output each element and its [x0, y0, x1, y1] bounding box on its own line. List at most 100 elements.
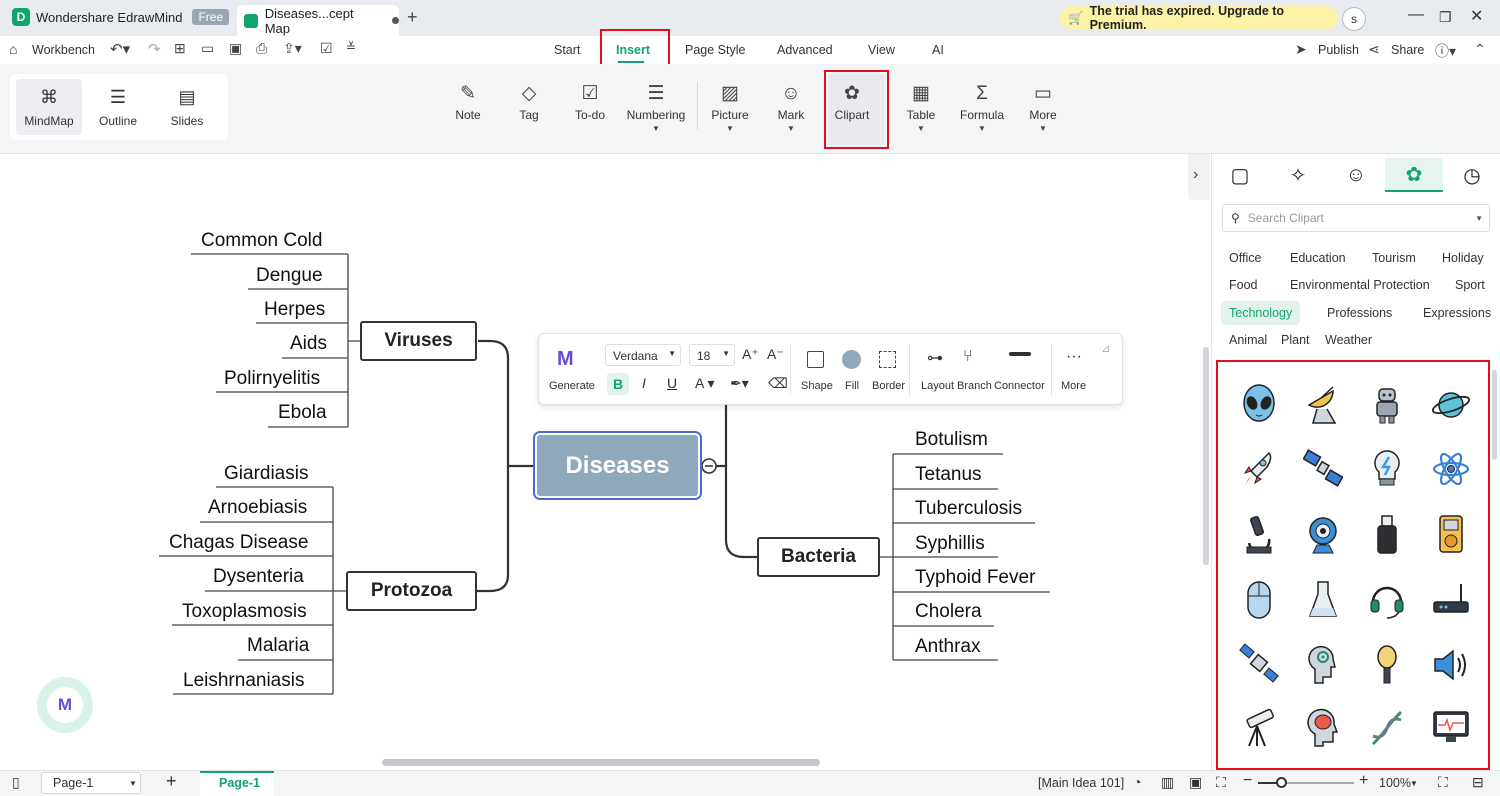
topic-chagas-disease[interactable]: Chagas Disease — [169, 532, 308, 554]
topic-dysenteria[interactable]: Dysenteria — [213, 566, 304, 588]
zoom-level[interactable]: 100% — [1379, 776, 1411, 790]
alien-icon[interactable] — [1239, 383, 1279, 427]
fit-icon[interactable]: ▣ — [1189, 774, 1202, 791]
category-weather[interactable]: Weather — [1325, 333, 1372, 347]
topic-typhoid-fever[interactable]: Typhoid Fever — [915, 567, 1035, 589]
monitor-icon[interactable] — [1431, 706, 1471, 750]
branch-protozoa[interactable]: Protozoa — [346, 571, 477, 611]
panel-tab-ai-icon[interactable]: ✧ — [1269, 158, 1327, 192]
telescope-icon[interactable] — [1239, 706, 1279, 750]
publish-button[interactable]: Publish — [1318, 43, 1359, 57]
category-education[interactable]: Education — [1290, 251, 1346, 265]
category-food[interactable]: Food — [1229, 278, 1258, 292]
font-color-icon[interactable]: A ▾ — [695, 375, 714, 392]
topic-giardiasis[interactable]: Giardiasis — [224, 463, 308, 485]
book-icon[interactable]: ▥ — [1161, 774, 1174, 791]
font-family-select[interactable]: Verdana ▼ — [605, 344, 681, 366]
topic-anthrax[interactable]: Anthrax — [915, 636, 980, 658]
horizontal-scrollbar[interactable] — [382, 759, 820, 766]
topic-arnoebiasis[interactable]: Arnoebiasis — [208, 497, 307, 519]
clipart-search-input[interactable]: ⚲ Search Clipart ▼ — [1222, 204, 1490, 232]
robot-icon[interactable] — [1367, 383, 1407, 427]
category-plant[interactable]: Plant — [1281, 333, 1310, 347]
close-icon[interactable]: ✕ — [1470, 6, 1483, 26]
rocket-icon[interactable] — [1239, 447, 1279, 491]
speaker-icon[interactable] — [1431, 643, 1471, 687]
planet-icon[interactable] — [1431, 383, 1471, 427]
brain-signal-icon[interactable] — [1303, 643, 1343, 687]
category-expressions[interactable]: Expressions — [1423, 306, 1491, 320]
zoom-in-icon[interactable]: + — [1359, 772, 1368, 790]
bold-icon[interactable]: B — [607, 373, 629, 395]
add-page-icon[interactable]: + — [166, 771, 177, 792]
connector-icon[interactable] — [1009, 352, 1031, 356]
microscope-icon[interactable] — [1239, 513, 1279, 557]
topic-toxoplasmosis[interactable]: Toxoplasmosis — [182, 601, 307, 623]
topic-common-cold[interactable]: Common Cold — [201, 230, 322, 252]
fullscreen-icon[interactable]: ⛶ — [1438, 774, 1448, 791]
pin-icon[interactable]: ⊿ — [1101, 342, 1110, 355]
topic-dengue[interactable]: Dengue — [256, 265, 323, 287]
usb-drive-icon[interactable] — [1367, 513, 1407, 557]
avatar[interactable]: s — [1342, 7, 1366, 31]
microphone-icon[interactable] — [1367, 643, 1407, 687]
lightbulb-icon[interactable] — [1367, 447, 1407, 491]
clipart-scrollbar[interactable] — [1492, 370, 1497, 460]
topic-polirnyelitis[interactable]: Polirnyelitis — [224, 368, 320, 390]
topic-malaria[interactable]: Malaria — [247, 635, 309, 657]
format-painter-icon[interactable]: ⌫ — [768, 375, 788, 392]
webcam-icon[interactable] — [1303, 513, 1343, 557]
font-size-select[interactable]: 18 ▼ — [689, 344, 735, 366]
topic-botulism[interactable]: Botulism — [915, 429, 988, 451]
expand-icon[interactable]: ⌃ — [1474, 41, 1486, 58]
category-tourism[interactable]: Tourism — [1372, 251, 1416, 265]
category-sport[interactable]: Sport — [1455, 278, 1485, 292]
central-topic-diseases[interactable]: Diseases — [533, 431, 702, 500]
topic-leishrnaniasis[interactable]: Leishrnaniasis — [183, 670, 304, 692]
headset-icon[interactable] — [1367, 578, 1407, 622]
zoom-slider-handle[interactable] — [1276, 777, 1287, 788]
category-environmental-protection[interactable]: Environmental Protection — [1290, 278, 1430, 292]
flask-icon[interactable] — [1303, 578, 1343, 622]
theme-icon[interactable]: ◔ — [1133, 774, 1141, 790]
help-icon[interactable]: ⓘ▾ — [1435, 41, 1456, 61]
shrink-font-icon[interactable]: A⁻ — [767, 346, 784, 363]
full-fit-icon[interactable]: ⛶ — [1216, 774, 1226, 791]
topic-syphillis[interactable]: Syphillis — [915, 533, 985, 555]
italic-icon[interactable]: I — [642, 375, 646, 391]
atom-icon[interactable] — [1431, 447, 1471, 491]
sidebar-toggle-icon[interactable]: ▯ — [12, 774, 20, 791]
branch-viruses[interactable]: Viruses — [360, 321, 477, 361]
minimize-icon[interactable]: — — [1408, 6, 1424, 24]
category-office[interactable]: Office — [1229, 251, 1261, 265]
topic-tuberculosis[interactable]: Tuberculosis — [915, 498, 1022, 520]
topic-ebola[interactable]: Ebola — [278, 402, 327, 424]
category-professions[interactable]: Professions — [1327, 306, 1392, 320]
branch-bacteria[interactable]: Bacteria — [757, 537, 880, 577]
branch-icon[interactable]: ⑂ — [963, 348, 973, 366]
panel-tab-clipart-icon[interactable]: ✿ — [1385, 158, 1443, 192]
highlight-icon[interactable]: ✒▾ — [730, 375, 749, 392]
panel-toggle[interactable] — [1188, 154, 1210, 200]
category-animal[interactable]: Animal — [1229, 333, 1267, 347]
satellite-icon[interactable] — [1303, 447, 1343, 491]
panel-tab-mark-icon[interactable]: ☺ — [1327, 158, 1385, 192]
dna-icon[interactable] — [1367, 706, 1407, 750]
generate-button[interactable]: Generate — [549, 380, 595, 392]
share-button[interactable]: Share — [1391, 43, 1424, 57]
panel-icon[interactable]: ⊟ — [1472, 774, 1484, 791]
restore-icon[interactable]: ❐ — [1439, 9, 1452, 26]
mp3-player-icon[interactable] — [1431, 513, 1471, 557]
vertical-scrollbar[interactable] — [1203, 347, 1209, 565]
panel-tab-history-icon[interactable]: ◷ — [1443, 158, 1500, 192]
shape-icon[interactable] — [807, 351, 824, 368]
more-dots-icon[interactable]: ··· — [1066, 348, 1082, 366]
category-technology[interactable]: Technology — [1221, 301, 1301, 325]
topic-cholera[interactable]: Cholera — [915, 601, 982, 623]
brain-head-icon[interactable] — [1303, 706, 1343, 750]
zoom-out-icon[interactable]: − — [1243, 772, 1252, 790]
category-holiday[interactable]: Holiday — [1442, 251, 1484, 265]
border-icon[interactable] — [879, 351, 896, 368]
grow-font-icon[interactable]: A⁺ — [742, 346, 759, 363]
layout-icon[interactable]: ⊶ — [927, 348, 943, 368]
